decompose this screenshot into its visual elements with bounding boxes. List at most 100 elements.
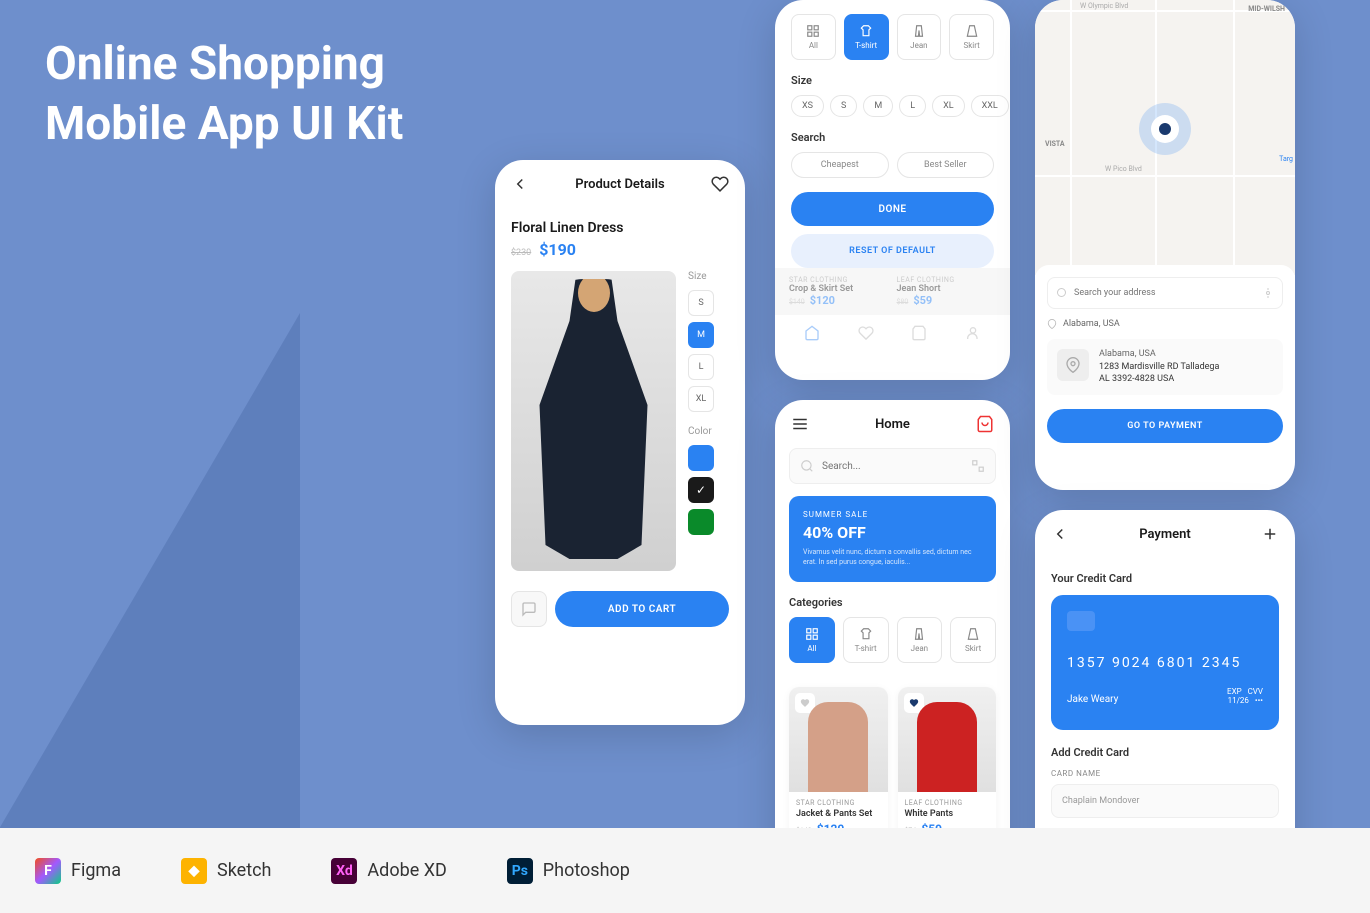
size-m[interactable]: M — [863, 95, 893, 117]
size-xxl[interactable]: XXL — [971, 95, 1009, 117]
address-search[interactable] — [1047, 277, 1283, 309]
tools-bar: FFigma ◆Sketch XdAdobe XD PsPhotoshop — [0, 828, 1370, 913]
size-xs[interactable]: XS — [791, 95, 824, 117]
size-s[interactable]: S — [830, 95, 857, 117]
heart-icon[interactable] — [711, 175, 729, 193]
promo-tag: SUMMER SALE — [803, 510, 982, 519]
size-l[interactable]: L — [688, 354, 714, 380]
xd-icon: Xd — [331, 858, 357, 884]
payment-title: Payment — [1139, 527, 1191, 542]
product-brand: STAR CLOTHING — [796, 799, 881, 807]
address-city: Alabama, USA — [1099, 349, 1273, 359]
map-screen: W Olympic Blvd MID-WILSH VISTA W Pico Bl… — [1035, 0, 1295, 490]
cat-tshirt[interactable]: T-shirt — [843, 617, 889, 663]
card-name-input[interactable]: Chaplain Mondover — [1051, 784, 1279, 818]
address-line: AL 3392-4828 USA — [1099, 374, 1273, 386]
nav-bag-icon[interactable] — [911, 325, 927, 341]
product-name: Crop & Skirt Set — [789, 284, 889, 294]
product-brand: STAR CLOTHING — [789, 276, 889, 284]
old-price: $230 — [511, 248, 531, 258]
go-to-payment-button[interactable]: GO TO PAYMENT — [1047, 409, 1283, 443]
cat-jean[interactable]: Jean — [897, 14, 942, 60]
current-location[interactable]: Alabama, USA — [1047, 319, 1283, 329]
add-to-cart-button[interactable]: ADD TO CART — [555, 591, 729, 627]
categories-label: Categories — [775, 596, 1010, 609]
size-section-label: Size — [791, 74, 994, 87]
bag-icon[interactable] — [976, 415, 994, 433]
reset-button[interactable]: RESET OF DEFAULT — [791, 234, 994, 268]
done-button[interactable]: DONE — [791, 192, 994, 226]
tool-xd: XdAdobe XD — [331, 858, 446, 884]
product-name: White Pants — [905, 809, 990, 819]
address-card[interactable]: Alabama, USA 1283 Mardisville RD Tallade… — [1047, 339, 1283, 395]
tool-sketch: ◆Sketch — [181, 858, 271, 884]
sort-bestseller[interactable]: Best Seller — [897, 152, 995, 178]
location-pin-icon — [1151, 115, 1179, 143]
size-m[interactable]: M — [688, 322, 714, 348]
nav-user-icon[interactable] — [965, 325, 981, 341]
color-label: Color — [688, 426, 714, 437]
product-brand: LEAF CLOTHING — [905, 799, 990, 807]
search-input[interactable] — [789, 448, 996, 484]
locate-icon[interactable] — [1262, 287, 1274, 299]
product-brand: LEAF CLOTHING — [897, 276, 997, 284]
size-label: Size — [688, 271, 714, 282]
nav-heart-icon[interactable] — [858, 325, 874, 341]
map-label: W Olympic Blvd — [1080, 2, 1128, 10]
pin-icon — [1047, 319, 1057, 329]
nav-home-icon[interactable] — [804, 325, 820, 341]
header-title: Product Details — [575, 177, 664, 192]
color-black[interactable] — [688, 477, 714, 503]
add-card-label: Add Credit Card — [1035, 746, 1295, 769]
back-icon[interactable] — [511, 175, 529, 193]
plus-icon[interactable] — [1261, 525, 1279, 543]
product-detail-screen: Product Details Floral Linen Dress $230 … — [495, 160, 745, 725]
search-section-label: Search — [791, 131, 994, 144]
credit-card[interactable]: 1357 9024 6801 2345 Jake Weary EXP CVV 1… — [1051, 595, 1279, 730]
address-line: 1283 Mardisville RD Talladega — [1099, 362, 1273, 374]
promo-banner[interactable]: SUMMER SALE 40% OFF Vivamus velit nunc, … — [789, 496, 996, 582]
chat-button[interactable] — [511, 591, 547, 627]
size-xl[interactable]: XL — [932, 95, 965, 117]
filter-icon[interactable] — [971, 459, 985, 473]
tool-photoshop: PsPhotoshop — [507, 858, 630, 884]
cat-all[interactable]: All — [789, 617, 835, 663]
back-icon[interactable] — [1051, 525, 1069, 543]
product-name: Floral Linen Dress — [511, 220, 729, 236]
cat-all[interactable]: All — [791, 14, 836, 60]
color-blue[interactable] — [688, 445, 714, 471]
map-label: MID-WILSH — [1248, 5, 1285, 13]
price: $190 — [539, 240, 576, 259]
cat-skirt[interactable]: Skirt — [949, 14, 994, 60]
cat-skirt[interactable]: Skirt — [950, 617, 996, 663]
page-title: Online Shopping Mobile App UI Kit — [45, 35, 403, 155]
menu-icon[interactable] — [791, 415, 809, 433]
ps-icon: Ps — [507, 858, 533, 884]
product-name: Jean Short — [897, 284, 997, 294]
filter-screen: All T-shirt Jean Skirt Size XS S M L XL … — [775, 0, 1010, 380]
home-title: Home — [875, 417, 910, 432]
cat-jean[interactable]: Jean — [897, 617, 943, 663]
cat-tshirt[interactable]: T-shirt — [844, 14, 889, 60]
search-icon — [800, 459, 814, 473]
map-label: VISTA — [1045, 140, 1065, 148]
map-label: Targ — [1279, 155, 1293, 163]
product-card[interactable]: LEAF CLOTHING White Pants $74$59 — [898, 687, 997, 843]
map-label: W Pico Blvd — [1105, 165, 1142, 173]
sketch-icon: ◆ — [181, 858, 207, 884]
search-icon — [1056, 287, 1068, 299]
tool-figma: FFigma — [35, 858, 121, 884]
your-card-label: Your Credit Card — [1035, 558, 1295, 595]
promo-desc: Vivamus velit nunc, dictum a convallis s… — [803, 548, 982, 568]
color-green[interactable] — [688, 509, 714, 535]
size-s[interactable]: S — [688, 290, 714, 316]
pin-icon — [1057, 349, 1089, 381]
product-image — [511, 271, 676, 571]
product-card[interactable]: STAR CLOTHING Jacket & Pants Set $140$12… — [789, 687, 888, 843]
product-name: Jacket & Pants Set — [796, 809, 881, 819]
figma-icon: F — [35, 858, 61, 884]
size-xl[interactable]: XL — [688, 386, 714, 412]
sort-cheapest[interactable]: Cheapest — [791, 152, 889, 178]
size-l[interactable]: L — [899, 95, 926, 117]
map-view[interactable]: W Olympic Blvd MID-WILSH VISTA W Pico Bl… — [1035, 0, 1295, 275]
